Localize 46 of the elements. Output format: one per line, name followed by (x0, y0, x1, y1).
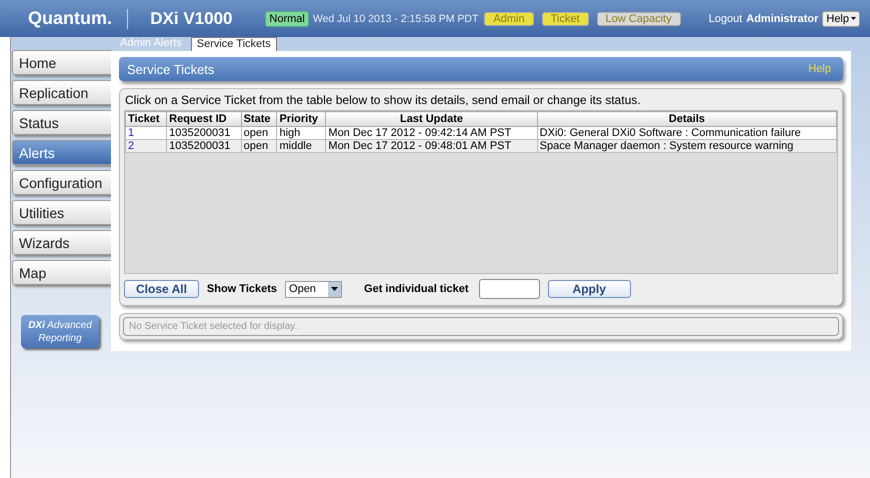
reporting-button[interactable]: DXi Advanced Reporting (21, 315, 99, 348)
instructions-text: Click on a Service Ticket from the table below to show its details, send email or change its status. (125, 93, 642, 107)
caret-icon (851, 17, 856, 20)
table-cell: high (276, 126, 326, 140)
column-header[interactable]: Last Update (326, 112, 538, 126)
table-cell: open (241, 126, 277, 140)
sidebar-item[interactable]: Alerts (12, 140, 113, 165)
column-header[interactable]: Request ID (166, 112, 242, 126)
sidebar-item[interactable]: Status (12, 110, 113, 135)
table-cell: Mon Dec 17 2012 - 09:48:01 AM PST (326, 140, 538, 152)
brand-logo: Quantum. (28, 8, 113, 29)
sidebar-item[interactable]: Home (12, 50, 113, 75)
table-cell: 1035200031 (166, 126, 242, 140)
table-cell: open (241, 140, 277, 152)
sidebar-item[interactable]: Map (12, 260, 113, 285)
table-cell: DXi0: General DXi0 Software : Communication failure (537, 126, 836, 140)
column-header[interactable]: State (241, 112, 277, 126)
sidebar-item[interactable]: Wizards (12, 230, 113, 255)
close-all-button[interactable]: Close All (124, 280, 199, 298)
ticket-input-field[interactable] (478, 279, 540, 299)
status-badge: Normal (265, 10, 309, 26)
detail-message: No Service Ticket selected for display. (123, 317, 839, 336)
ticket-link[interactable]: 2 (126, 140, 167, 152)
date-time: Wed Jul 10 2013 - 2:15:58 PM PDT (312, 12, 478, 24)
logout-link[interactable]: Logout (708, 12, 742, 24)
individual-ticket-label: Get individual ticket (364, 283, 469, 295)
show-tickets-label: Show Tickets (206, 283, 278, 295)
help-menu-button[interactable]: Help (822, 10, 860, 26)
ticket-link[interactable]: 1 (126, 126, 167, 140)
show-tickets-dropdown[interactable]: Open (285, 280, 342, 298)
tab[interactable]: Service Tickets (190, 37, 277, 51)
product-name: DXi V1000 (150, 8, 234, 28)
dropdown-arrow-icon (331, 287, 338, 291)
sidebar-item[interactable]: Replication (12, 80, 113, 105)
table-cell: Mon Dec 17 2012 - 09:42:14 AM PST (326, 126, 538, 140)
panel-title: Service Tickets (127, 62, 214, 76)
table-cell: 1035200031 (166, 140, 242, 152)
table-cell: middle (276, 140, 326, 152)
column-header[interactable]: Ticket (126, 112, 167, 126)
apply-button[interactable]: Apply (548, 280, 631, 298)
sidebar-item[interactable]: Utilities (12, 200, 113, 225)
column-header[interactable]: Details (537, 112, 836, 126)
column-header[interactable]: Priority (276, 112, 326, 126)
sidebar-item[interactable]: Configuration (12, 170, 113, 195)
table-cell: Space Manager daemon : System resource warning (537, 140, 836, 152)
user-name: Administrator (746, 12, 818, 24)
